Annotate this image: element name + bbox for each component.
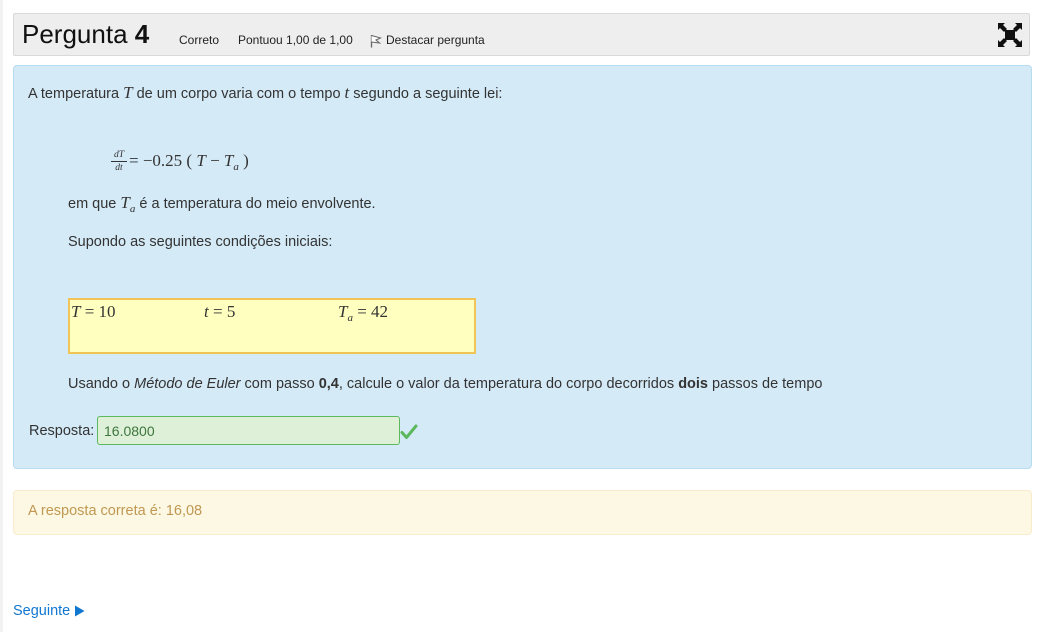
env-var-T: T <box>120 193 130 212</box>
condition-T-value: = 10 <box>80 302 116 321</box>
task-text: Usando o Método de Euler com passo 0,4, … <box>68 376 822 392</box>
condition-Ta-value: = 42 <box>352 302 389 321</box>
task-text-b: com passo <box>240 376 319 392</box>
question-header: Pergunta 4 Correto Pontuou 1,00 de 1,00 … <box>13 13 1030 56</box>
task-text-c: , calcule o valor da temperatura do corp… <box>338 376 679 392</box>
task-steps: dois <box>678 376 708 392</box>
equation-coefficient: = −0.25 ( <box>129 151 197 170</box>
fraction-numerator: dT <box>113 150 125 160</box>
check-icon <box>400 424 418 439</box>
conditions-intro: Supondo as seguintes condições iniciais: <box>68 234 333 250</box>
environment-text: em que Ta é a temperatura do meio envolv… <box>68 193 376 215</box>
condition-t: t = 5 <box>204 302 235 322</box>
flag-icon[interactable] <box>370 34 382 48</box>
next-page-link[interactable]: Seguinte <box>13 603 85 619</box>
question-status: Correto <box>179 33 220 47</box>
play-icon <box>75 605 85 617</box>
task-text-d: passos de tempo <box>708 376 823 392</box>
equation-minus: − <box>205 151 224 170</box>
question-title: Pergunta 4 <box>22 19 149 50</box>
equation-rhs: = −0.25 ( T − Ta ) <box>129 151 249 173</box>
answer-label: Resposta: <box>29 423 95 439</box>
equation-var-T: T <box>196 151 206 170</box>
flag-question-link[interactable]: Destacar pergunta <box>386 33 485 47</box>
equation-close: ) <box>238 151 249 170</box>
question-content: A temperatura T de um corpo varia com o … <box>13 65 1032 469</box>
intro-text-b: de um corpo varia com o tempo <box>132 86 345 102</box>
intro-text-c: segundo a seguinte lei: <box>349 86 503 102</box>
next-link-label: Seguinte <box>13 603 71 619</box>
fullscreen-icon[interactable] <box>997 22 1023 48</box>
correct-answer-text: A resposta correta é: 16,08 <box>28 503 203 519</box>
condition-t-value: = 5 <box>208 302 236 321</box>
fraction-bar <box>111 161 127 162</box>
condition-Ta: Ta = 42 <box>338 302 388 324</box>
fraction-denominator: dt <box>115 163 123 173</box>
task-step: 0,4 <box>318 376 339 392</box>
answer-input[interactable] <box>97 416 400 445</box>
env-text-b: é a temperatura do meio envolvente. <box>135 196 376 212</box>
derivative-fraction: dT dt <box>111 150 127 173</box>
question-number: 4 <box>134 19 150 49</box>
question-intro: A temperatura T de um corpo varia com o … <box>28 83 502 103</box>
page-edge <box>0 0 3 632</box>
env-text-a: em que <box>68 196 121 212</box>
var-T: T <box>123 83 133 102</box>
condition-T: T = 10 <box>71 302 116 322</box>
question-title-word: Pergunta <box>22 19 128 49</box>
question-score: Pontuou 1,00 de 1,00 <box>238 33 353 47</box>
initial-conditions-box: T = 10 t = 5 Ta = 42 <box>68 298 476 354</box>
task-text-a: Usando o <box>68 376 135 392</box>
correct-answer-feedback: A resposta correta é: 16,08 <box>13 490 1032 535</box>
intro-text-a: A temperatura <box>28 86 124 102</box>
equation-var-Ta: T <box>223 151 234 170</box>
task-method: Método de Euler <box>134 376 241 392</box>
